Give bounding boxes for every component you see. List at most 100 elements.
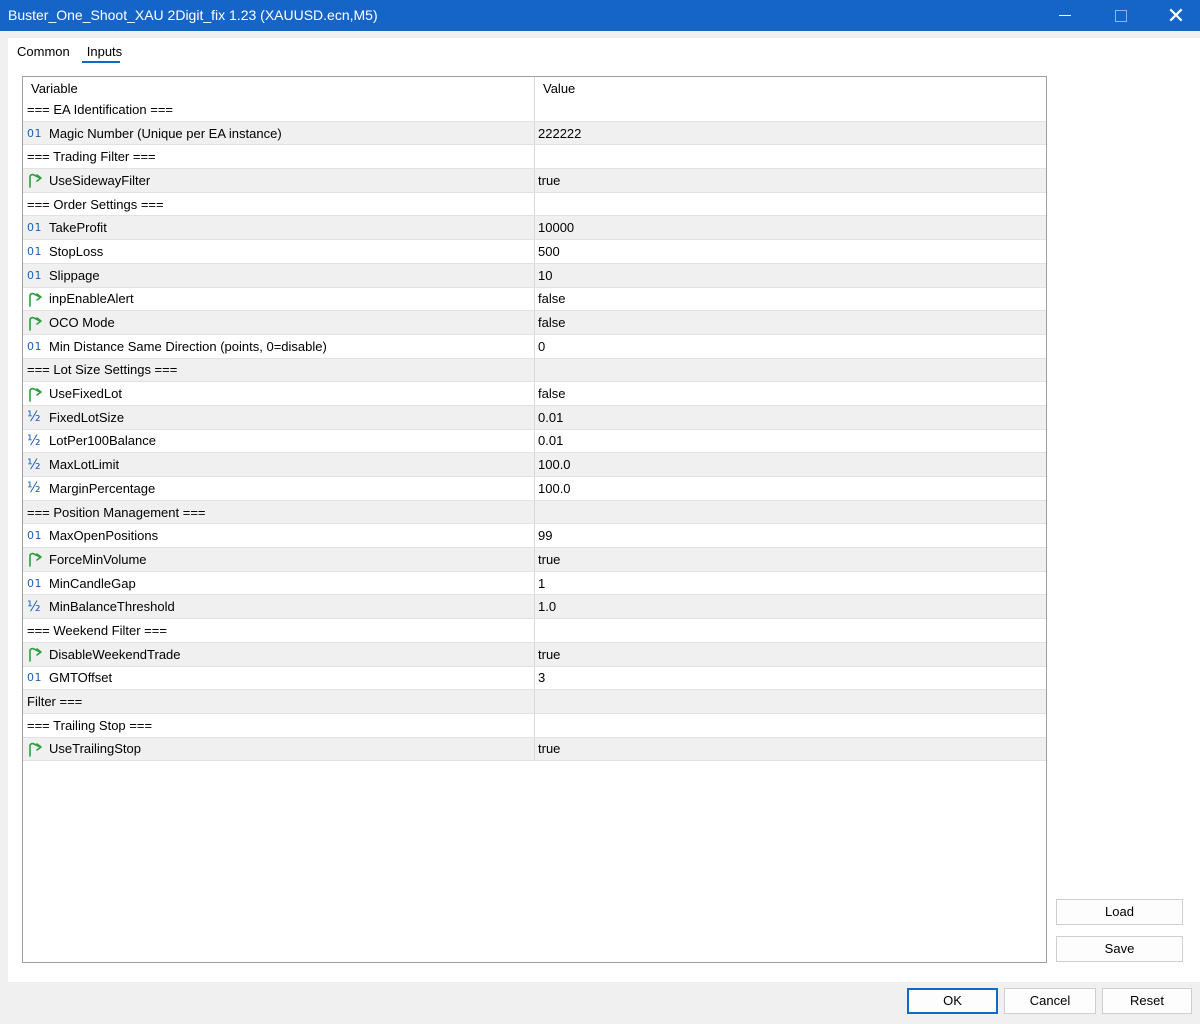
parameter-row[interactable]: ForceMinVolume true [23, 548, 1046, 572]
value-cell[interactable]: 0 [534, 334, 1046, 358]
value-cell[interactable]: 500 [534, 240, 1046, 263]
section-row[interactable]: === Trading Filter === [23, 145, 1046, 170]
reset-button[interactable]: Reset [1102, 988, 1192, 1014]
parameter-row[interactable]: DisableWeekendTrade true [23, 642, 1046, 667]
value-cell[interactable]: false [534, 287, 1046, 311]
variable-cell: 01 TakeProfit [23, 216, 534, 239]
ok-button[interactable]: OK [907, 988, 998, 1014]
variable-name: TakeProfit [49, 220, 107, 236]
load-button[interactable]: Load [1056, 899, 1183, 925]
value-cell[interactable]: true [534, 169, 1046, 192]
variable-cell: ½ MinBalanceThreshold [23, 595, 534, 618]
variable-cell: === Trading Filter === [23, 145, 534, 168]
value-cell[interactable]: 3 [534, 666, 1046, 690]
value-cell [534, 145, 1046, 169]
minimize-button[interactable] [1037, 0, 1093, 31]
value-cell[interactable]: 222222 [534, 121, 1046, 145]
value-cell[interactable]: 0.01 [534, 405, 1046, 429]
integer-type-icon: 01 [27, 221, 42, 235]
parameter-row[interactable]: UseTrailingStop true [23, 737, 1046, 762]
variable-name: Magic Number (Unique per EA instance) [49, 125, 282, 141]
bool-type-icon [27, 741, 46, 757]
close-button[interactable]: ✕ [1148, 0, 1200, 31]
section-row[interactable]: === Position Management === [23, 500, 1046, 525]
variable-name: === Position Management === [27, 504, 206, 520]
value-cell [534, 619, 1046, 642]
section-row[interactable]: Filter === [23, 690, 1046, 714]
inputs-grid[interactable]: Variable Value === EA Identification ===… [22, 76, 1047, 963]
parameter-row[interactable]: 01 Min Distance Same Direction (points, 0… [23, 334, 1046, 359]
parameter-row[interactable]: ½ MinBalanceThreshold 1.0 [23, 595, 1046, 620]
integer-type-icon: 01 [27, 529, 42, 543]
parameter-row[interactable]: 01 MaxOpenPositions 99 [23, 524, 1046, 549]
variable-cell: 01 GMTOffset [23, 667, 534, 690]
section-row[interactable]: === Lot Size Settings === [23, 358, 1046, 383]
tab-common[interactable]: Common [8, 38, 78, 64]
value-cell[interactable]: false [534, 311, 1046, 334]
section-row[interactable]: === EA Identification === [23, 98, 1046, 122]
double-type-icon: ½ [27, 480, 41, 497]
variable-cell: UseFixedLot [23, 382, 534, 405]
value-cell[interactable]: 0.01 [534, 429, 1046, 453]
variable-cell: === Order Settings === [23, 193, 534, 216]
parameter-row[interactable]: 01 Magic Number (Unique per EA instance) 2… [23, 121, 1046, 146]
variable-name: MinBalanceThreshold [49, 599, 175, 615]
section-row[interactable]: === Order Settings === [23, 192, 1046, 217]
maximize-button[interactable] [1093, 0, 1149, 31]
variable-cell: 01 Slippage [23, 264, 534, 287]
variable-name: === Trailing Stop === [27, 717, 153, 733]
value-cell[interactable]: 100.0 [534, 477, 1046, 500]
bool-type-icon [27, 172, 46, 189]
value-cell[interactable]: false [534, 382, 1046, 405]
parameter-row[interactable]: ½ MarginPercentage 100.0 [23, 477, 1046, 501]
close-icon: ✕ [1166, 2, 1186, 28]
variable-cell: === Trailing Stop === [23, 714, 534, 737]
variable-name: DisableWeekendTrade [49, 646, 181, 662]
title-bar[interactable]: Buster_One_Shoot_XAU 2Digit_fix 1.23 (XA… [0, 0, 1200, 31]
variable-name: UseSidewayFilter [49, 172, 151, 188]
parameter-row[interactable]: OCO Mode false [23, 311, 1046, 335]
value-cell[interactable]: 10 [534, 263, 1046, 287]
variable-name: MinCandleGap [49, 575, 136, 591]
variable-cell: ½ FixedLotSize [23, 406, 534, 429]
parameter-row[interactable]: 01 TakeProfit 10000 [23, 216, 1046, 241]
parameter-row[interactable]: UseFixedLot false [23, 382, 1046, 406]
parameter-row[interactable]: UseSidewayFilter true [23, 169, 1046, 193]
variable-name: MarginPercentage [49, 480, 156, 496]
variable-name: ForceMinVolume [49, 551, 147, 567]
variable-cell: 01 StopLoss [23, 240, 534, 263]
parameter-row[interactable]: 01 MinCandleGap 1 [23, 571, 1046, 596]
value-cell[interactable]: true [534, 548, 1046, 571]
value-cell[interactable]: 99 [534, 524, 1046, 548]
parameter-row[interactable]: 01 Slippage 10 [23, 263, 1046, 288]
value-cell[interactable]: true [534, 737, 1046, 761]
variable-name: === EA Identification === [27, 101, 174, 117]
parameter-row[interactable]: 01 StopLoss 500 [23, 240, 1046, 264]
integer-type-icon: 01 [27, 268, 42, 282]
variable-cell: DisableWeekendTrade [23, 643, 534, 666]
parameter-row[interactable]: inpEnableAlert false [23, 287, 1046, 312]
variable-name: inpEnableAlert [49, 291, 134, 307]
parameter-row[interactable]: ½ FixedLotSize 0.01 [23, 405, 1046, 430]
value-cell [534, 192, 1046, 216]
bool-type-icon [27, 551, 46, 568]
save-button[interactable]: Save [1056, 936, 1183, 962]
value-cell[interactable]: 100.0 [534, 453, 1046, 476]
section-row[interactable]: === Weekend Filter === [23, 619, 1046, 643]
variable-cell: === Weekend Filter === [23, 619, 534, 642]
column-header-variable[interactable]: Variable [23, 77, 534, 99]
value-cell[interactable]: 1.0 [534, 595, 1046, 619]
section-row[interactable]: === Trailing Stop === [23, 713, 1046, 738]
column-header-value[interactable]: Value [534, 77, 1046, 99]
value-cell[interactable]: 1 [534, 571, 1046, 595]
cancel-button[interactable]: Cancel [1004, 988, 1096, 1014]
variable-cell: 01 Magic Number (Unique per EA instance) [23, 122, 534, 145]
bool-type-icon [27, 315, 46, 331]
parameter-row[interactable]: ½ MaxLotLimit 100.0 [23, 453, 1046, 477]
parameter-row[interactable]: ½ LotPer100Balance 0.01 [23, 429, 1046, 454]
value-cell[interactable]: 10000 [534, 216, 1046, 240]
grid-header: Variable Value [23, 77, 1046, 99]
parameter-row[interactable]: 01 GMTOffset 3 [23, 666, 1046, 691]
variable-cell: OCO Mode [23, 311, 534, 334]
value-cell[interactable]: true [534, 642, 1046, 666]
